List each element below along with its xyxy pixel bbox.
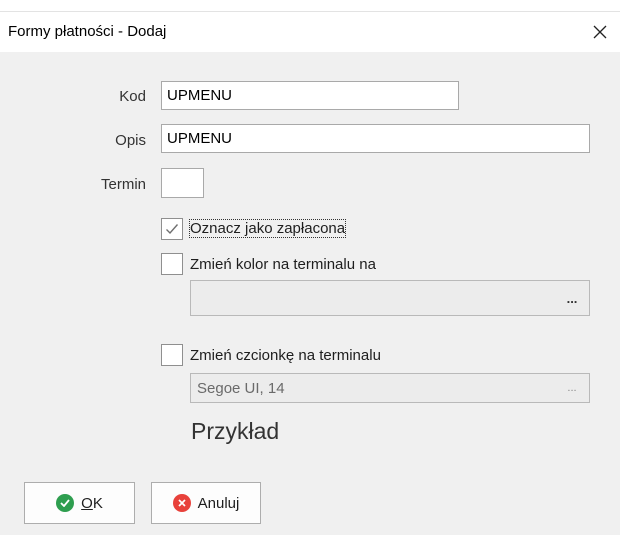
- opis-input[interactable]: UPMENU: [161, 124, 590, 153]
- termin-label: Termin: [100, 176, 146, 193]
- dialog-body: Kod UPMENU Opis UPMENU Termin Oznacz jak…: [0, 52, 620, 535]
- ok-mnemonic: O: [81, 494, 93, 512]
- top-edge: [0, 0, 620, 12]
- opis-label: Opis: [115, 132, 146, 149]
- change-font-label[interactable]: Zmień czcionkę na terminalu: [190, 347, 381, 364]
- kod-input[interactable]: UPMENU: [161, 81, 459, 110]
- checkmark-icon: [166, 224, 179, 235]
- check-circle-icon: [56, 494, 75, 512]
- ok-button[interactable]: OK: [24, 482, 135, 524]
- x-circle-icon: [172, 494, 191, 512]
- cancel-label: Anuluj: [197, 494, 240, 512]
- title-bar: Formy płatności - Dodaj: [0, 12, 620, 52]
- font-picker-button[interactable]: ...: [555, 382, 589, 394]
- change-font-checkbox[interactable]: [161, 344, 183, 366]
- paid-label[interactable]: Oznacz jako zapłacona: [188, 219, 347, 238]
- cancel-button[interactable]: Anuluj: [151, 482, 261, 524]
- font-picker[interactable]: Segoe UI, 14 ...: [190, 373, 590, 403]
- termin-input[interactable]: [161, 168, 204, 198]
- window-title: Formy płatności - Dodaj: [8, 23, 167, 40]
- ok-label-rest: K: [92, 494, 103, 512]
- font-value: Segoe UI, 14: [197, 379, 285, 397]
- close-icon[interactable]: [588, 20, 612, 44]
- change-color-label[interactable]: Zmień kolor na terminalu na: [190, 256, 376, 273]
- paid-checkbox[interactable]: [161, 218, 183, 240]
- change-color-checkbox[interactable]: [161, 253, 183, 275]
- ok-label: OK: [81, 495, 103, 512]
- font-example-text: Przykład: [191, 418, 280, 444]
- kod-label: Kod: [119, 88, 146, 105]
- color-picker-button[interactable]: ...: [555, 291, 589, 306]
- color-picker[interactable]: ...: [190, 280, 590, 316]
